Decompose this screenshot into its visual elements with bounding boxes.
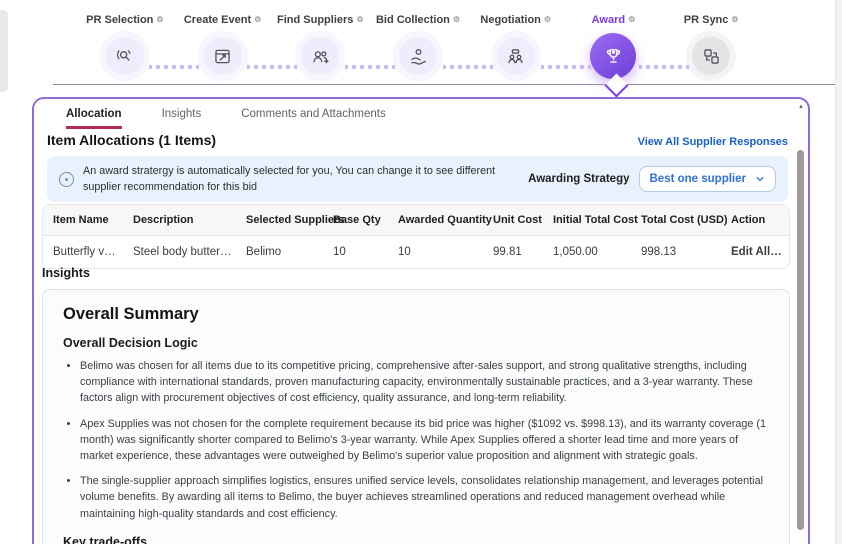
tab-insights[interactable]: Insights [162, 108, 202, 129]
left-edge-strip [0, 10, 8, 92]
step-gear-icon[interactable]: ⚙ [356, 15, 363, 24]
step-bid-collection[interactable]: Bid Collection⚙ [370, 12, 466, 90]
step-pr-sync[interactable]: PR Sync⚙ [663, 12, 759, 90]
calendar-edit-icon [212, 46, 233, 67]
step-connector-dots [345, 64, 395, 70]
step-gear-icon[interactable]: ⚙ [254, 15, 261, 24]
step-find-suppliers[interactable]: Find Suppliers⚙ [272, 12, 368, 90]
step-pr-selection[interactable]: PR Selection⚙ [77, 12, 173, 90]
step-circle[interactable] [301, 37, 339, 75]
view-all-supplier-responses-link[interactable]: View All Supplier Responses [638, 136, 788, 148]
col-description: Description [123, 205, 236, 235]
panel-tabs: Allocation Insights Comments and Attachm… [34, 99, 808, 129]
step-label: PR Sync⚙ [663, 12, 759, 28]
people-add-icon [310, 46, 331, 67]
cell-base-qty: 10 [323, 236, 388, 268]
info-icon [59, 172, 74, 187]
award-detail-panel: Allocation Insights Comments and Attachm… [32, 97, 810, 544]
col-awarded-quantity: Awarded Quantity [388, 205, 483, 235]
awarding-strategy-label: Awarding Strategy [528, 173, 629, 185]
page-scrollbar[interactable] [835, 0, 842, 544]
col-selected-suppliers: Selected Suppliers [236, 205, 323, 235]
step-gear-icon[interactable]: ⚙ [628, 15, 635, 24]
step-label: Bid Collection⚙ [370, 12, 466, 28]
tab-allocation[interactable]: Allocation [66, 108, 122, 129]
sync-boxes-icon [701, 46, 722, 67]
cell-description: Steel body butterfly val... [123, 236, 236, 268]
step-circle[interactable] [204, 37, 242, 75]
step-label: Find Suppliers⚙ [272, 12, 368, 28]
key-tradeoffs-title: Key trade-offs [63, 535, 769, 544]
allocation-table: Item Name Description Selected Suppliers… [42, 204, 790, 269]
step-circle[interactable] [497, 37, 535, 75]
step-label: Create Event⚙ [175, 12, 271, 28]
procurement-stepper: PR Selection⚙ Create Event⚙ Find Supplie… [77, 12, 761, 90]
meeting-icon [505, 46, 526, 67]
item-allocations-title: Item Allocations (1 Items) [47, 132, 216, 148]
step-circle[interactable] [399, 37, 437, 75]
col-base-qty: Base Qty [323, 205, 388, 235]
decision-logic-list: Belimo was chosen for all items due to i… [63, 358, 769, 522]
col-unit-cost: Unit Cost [483, 205, 543, 235]
decision-logic-title: Overall Decision Logic [63, 336, 769, 350]
step-label: Award⚙ [566, 12, 662, 28]
banner-message: An award stratergy is automatically sele… [83, 163, 528, 195]
col-item-name: Item Name [43, 205, 123, 235]
col-total-cost-usd: Total Cost (USD) [631, 205, 721, 235]
awarding-strategy-value: Best one supplier [650, 173, 747, 185]
table-header-row: Item Name Description Selected Suppliers… [43, 205, 789, 236]
overall-summary-card: Overall Summary Overall Decision Logic B… [42, 289, 790, 544]
step-gear-icon[interactable]: ⚙ [731, 15, 738, 24]
award-strategy-banner: An award stratergy is automatically sele… [47, 156, 788, 202]
col-action: Action [721, 205, 789, 235]
tab-comments-attachments[interactable]: Comments and Attachments [241, 108, 385, 129]
chevron-down-icon [755, 174, 765, 184]
hand-coin-icon [408, 46, 429, 67]
cell-initial-total-cost: 1,050.00 [543, 236, 631, 268]
awarding-strategy-dropdown[interactable]: Best one supplier [639, 166, 777, 192]
step-circle[interactable] [692, 37, 730, 75]
trophy-icon [602, 45, 625, 68]
step-circle[interactable] [106, 37, 144, 75]
list-item: The single-supplier approach simplifies … [80, 473, 769, 522]
list-item: Apex Supplies was not chosen for the com… [80, 416, 769, 465]
step-gear-icon[interactable]: ⚙ [544, 15, 551, 24]
cell-selected-suppliers: Belimo [236, 236, 323, 268]
step-negotiation[interactable]: Negotiation⚙ [468, 12, 564, 90]
stepper-divider [53, 84, 842, 85]
step-connector-dots [639, 64, 689, 70]
step-connector-dots [149, 64, 199, 70]
step-connector-dots [443, 64, 493, 70]
step-label: PR Selection⚙ [77, 12, 173, 28]
award-workflow-screen: PR Selection⚙ Create Event⚙ Find Supplie… [0, 0, 842, 544]
overall-summary-title: Overall Summary [63, 305, 769, 324]
step-circle[interactable] [590, 33, 636, 79]
step-gear-icon[interactable]: ⚙ [453, 15, 460, 24]
radar-search-icon [114, 46, 135, 67]
step-label: Negotiation⚙ [468, 12, 564, 28]
insights-section-label: Insights [42, 266, 90, 280]
step-create-event[interactable]: Create Event⚙ [175, 12, 271, 90]
cell-item-name: Butterfly valves [43, 236, 123, 268]
cell-unit-cost: 99.81 [483, 236, 543, 268]
table-row: Butterfly valves Steel body butterfly va… [43, 236, 789, 268]
step-connector-dots [247, 64, 297, 70]
panel-scrollbar-thumb[interactable] [797, 150, 804, 530]
scroll-up-arrow-icon[interactable]: ▲ [796, 104, 806, 110]
step-gear-icon[interactable]: ⚙ [156, 15, 163, 24]
panel-scrollbar: ▲ [796, 102, 806, 544]
list-item: Belimo was chosen for all items due to i… [80, 358, 769, 407]
cell-total-cost: 998.13 [631, 236, 721, 268]
edit-allocation-link[interactable]: Edit Allocation [721, 236, 789, 268]
step-connector-dots [541, 64, 591, 70]
cell-awarded-qty: 10 [388, 236, 483, 268]
col-initial-total-cost: Initial Total Cost [543, 205, 631, 235]
